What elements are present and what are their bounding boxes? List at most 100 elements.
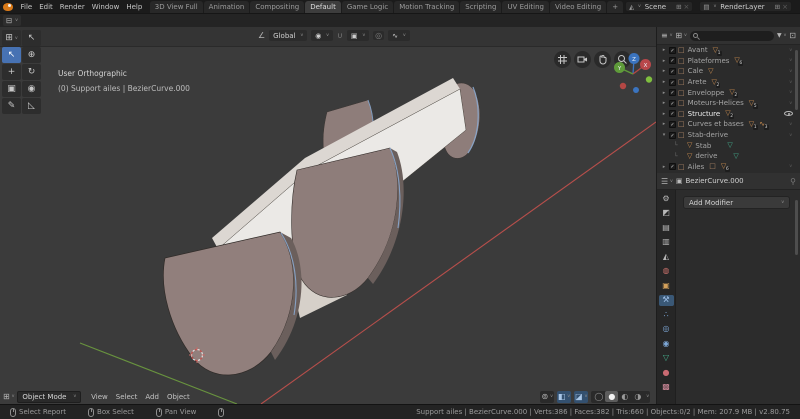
tool-transform[interactable]: ◉ [22, 81, 41, 97]
outliner-row-enveloppe[interactable]: ▸✓□Enveloppe▽2v [657, 87, 796, 98]
outliner-row-moteurs-helices[interactable]: ▸✓□Moteurs-Helices▽5v [657, 98, 796, 109]
properties-tab-texture[interactable]: ▩ [659, 382, 674, 393]
unlink-scene-button[interactable]: × [684, 3, 690, 11]
outliner-row-derive[interactable]: └▽derive▽ [657, 151, 796, 162]
properties-tab-constraints[interactable]: ◉ [659, 338, 674, 349]
outliner-filter-id-dropdown[interactable]: ⊞v [675, 31, 686, 40]
properties-tab-world[interactable]: ◍ [659, 266, 674, 277]
menu-view[interactable]: View [87, 393, 112, 401]
outliner-scrollbar[interactable] [795, 50, 798, 110]
snap-target-select[interactable]: ▣ v [347, 30, 369, 41]
menu-edit[interactable]: Edit [36, 3, 57, 11]
scene-selector[interactable]: ◭ v Scene ⊞ × [625, 1, 693, 12]
outliner-row-avant[interactable]: ▸✓□Avant▽1v [657, 45, 796, 56]
collection-checkbox[interactable]: ✓ [669, 100, 676, 107]
new-scene-button[interactable]: ⊞ [676, 3, 681, 11]
properties-tab-object-data[interactable]: ▽ [659, 353, 674, 364]
menu-window[interactable]: Window [88, 3, 123, 11]
collection-checkbox[interactable]: ✓ [669, 57, 676, 64]
properties-tab-material[interactable]: ● [659, 367, 674, 378]
menu-select[interactable]: Select [112, 393, 142, 401]
workspace-tab-default[interactable]: Default [305, 1, 341, 13]
outliner-row-stab[interactable]: └▽Stab▽ [657, 140, 796, 151]
workspace-tab-uv-editing[interactable]: UV Editing [502, 1, 549, 13]
mode-select[interactable]: Object Mode v [17, 391, 81, 403]
collection-checkbox[interactable]: ✓ [669, 110, 676, 117]
tool-select-box[interactable]: ↖ [2, 47, 21, 63]
tool-editor-type[interactable]: ⊞v [2, 30, 21, 46]
transform-orientation-select[interactable]: Global v [269, 30, 307, 41]
properties-tab-scene[interactable]: ◭ [659, 251, 674, 262]
new-view-layer-button[interactable]: ⊞ [775, 3, 780, 11]
workspace-tab-item[interactable]: + [607, 1, 623, 13]
disclosure-toggle[interactable]: ▸ [661, 121, 667, 127]
properties-tab-particles[interactable]: ∴ [659, 309, 674, 320]
workspace-tab-motion-tracking[interactable]: Motion Tracking [394, 1, 459, 13]
shading-rendered-button[interactable]: ◑ [631, 391, 644, 402]
properties-tab-tool[interactable]: ⚙ [659, 193, 674, 204]
properties-tab-output[interactable]: ▤ [659, 222, 674, 233]
properties-tab-render[interactable]: ◩ [659, 208, 674, 219]
view-layer-selector[interactable]: ▤ v RenderLayer ⊞ × [699, 1, 792, 12]
disclosure-toggle[interactable]: ▸ [661, 111, 667, 117]
outliner-row-ailes[interactable]: ▸✓□Ailes□▽6v [657, 162, 796, 173]
menu-add[interactable]: Add [141, 393, 163, 401]
navigation-gizmo[interactable]: Z Y X [610, 46, 658, 94]
editor-type-dropdown[interactable]: ⊞ v [3, 392, 14, 401]
collection-checkbox[interactable]: ✓ [669, 121, 676, 128]
remove-view-layer-button[interactable]: × [782, 3, 788, 11]
disclosure-toggle[interactable]: ▸ [661, 90, 667, 96]
disclosure-toggle[interactable]: ▸ [661, 164, 667, 170]
workspace-tab-scripting[interactable]: Scripting [460, 1, 501, 13]
grid-button[interactable] [554, 51, 571, 68]
tool-scale[interactable]: ▣ [2, 81, 21, 97]
properties-tab-physics[interactable]: ◎ [659, 324, 674, 335]
gizmo-x-negative[interactable] [620, 83, 626, 89]
tool-cursor[interactable]: ⊕ [22, 47, 41, 63]
outliner-filter-dropdown[interactable]: ▼v [777, 32, 786, 39]
properties-tab-object[interactable]: ▣ [659, 280, 674, 291]
collection-checkbox[interactable]: ✓ [669, 68, 676, 75]
menu-object[interactable]: Object [163, 393, 194, 401]
workspace-tab-game-logic[interactable]: Game Logic [342, 1, 393, 13]
shading-solid-button[interactable]: ● [605, 391, 618, 402]
workspace-tab-animation[interactable]: Animation [204, 1, 250, 13]
menu-render[interactable]: Render [56, 3, 88, 11]
collection-checkbox[interactable]: ✓ [669, 132, 676, 139]
pin-icon[interactable]: ⚲ [790, 177, 796, 186]
camera-view-button[interactable] [574, 51, 591, 68]
properties-tab-view-layer[interactable]: ▥ [659, 237, 674, 248]
overlays-toggle[interactable]: ◧v [557, 391, 571, 403]
properties-tab-modifiers[interactable]: ⚒ [659, 295, 674, 306]
outliner-row-structure[interactable]: ▸✓□Structure▽2 [657, 109, 796, 120]
tool-annotate[interactable]: ✎ [2, 98, 21, 114]
disclosure-toggle[interactable]: ▸ [661, 100, 667, 106]
workspace-tab-3d-view-full[interactable]: 3D View Full [150, 1, 203, 13]
falloff-select[interactable]: ∿ v [388, 30, 410, 41]
collection-checkbox[interactable]: ✓ [669, 163, 676, 170]
workspace-tab-video-editing[interactable]: Video Editing [550, 1, 606, 13]
screen-layout-dropdown[interactable]: ⊟ v [3, 15, 21, 26]
disclosure-toggle[interactable]: ▾ [661, 132, 667, 138]
tool-select-tweak[interactable]: ↖ [22, 30, 41, 46]
tool-move[interactable]: + [2, 64, 21, 80]
tool-rotate[interactable]: ↻ [22, 64, 41, 80]
menu-help[interactable]: Help [123, 3, 146, 11]
xray-toggle[interactable]: ◪v [574, 391, 588, 403]
blender-logo-icon[interactable] [3, 3, 13, 11]
proportional-editing-toggle[interactable]: ◎ [373, 31, 384, 40]
visibility-eye-icon[interactable] [784, 111, 793, 116]
pan-view-button[interactable] [594, 51, 611, 68]
shading-wireframe-button[interactable]: ◯ [592, 391, 605, 402]
properties-editor-dropdown[interactable]: ☰v [661, 177, 673, 186]
disclosure-toggle[interactable]: ▸ [661, 58, 667, 64]
shading-material-button[interactable]: ◐ [618, 391, 631, 402]
disclosure-toggle[interactable]: ▸ [661, 47, 667, 53]
collection-checkbox[interactable]: ✓ [669, 79, 676, 86]
gizmo-z-negative[interactable] [633, 87, 639, 93]
collection-checkbox[interactable]: ✓ [669, 47, 676, 54]
outliner-search-input[interactable] [690, 31, 774, 41]
new-collection-button[interactable]: ⊡ [789, 31, 796, 40]
menu-file[interactable]: File [17, 3, 36, 11]
tool-measure[interactable]: ◺ [22, 98, 41, 114]
